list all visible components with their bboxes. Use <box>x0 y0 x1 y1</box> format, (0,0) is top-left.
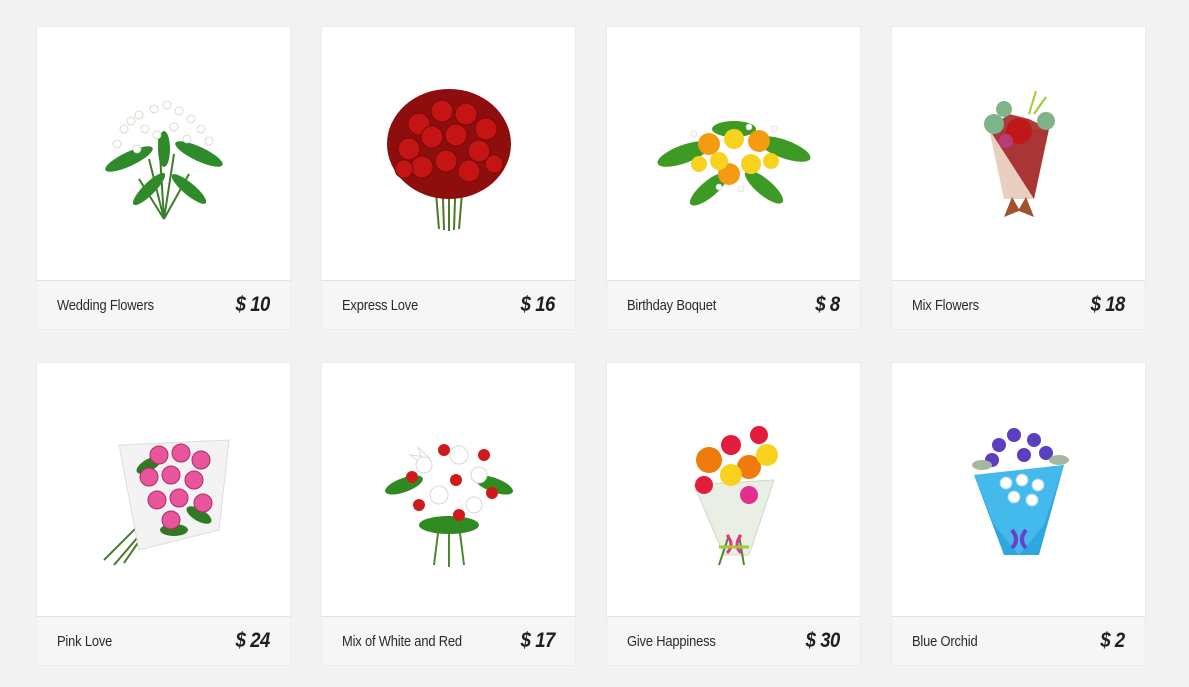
product-footer: Mix of White and Red $ 17 <box>322 616 575 665</box>
product-card[interactable]: Pink Love $ 24 <box>36 362 291 666</box>
product-name[interactable]: Mix of White and Red <box>342 633 462 650</box>
product-card[interactable]: Wedding Flowers $ 10 <box>36 26 291 330</box>
product-price: $ 8 <box>815 293 841 316</box>
product-image[interactable] <box>607 27 860 280</box>
product-image[interactable] <box>37 363 290 616</box>
product-price: $ 2 <box>1100 629 1126 652</box>
product-footer: Express Love $ 16 <box>322 280 575 329</box>
product-card[interactable]: Mix Flowers $ 18 <box>891 26 1146 330</box>
product-footer: Pink Love $ 24 <box>37 616 290 665</box>
product-footer: Mix Flowers $ 18 <box>892 280 1145 329</box>
product-footer: Birthday Boquet $ 8 <box>607 280 860 329</box>
product-price: $ 17 <box>520 629 556 652</box>
product-name[interactable]: Pink Love <box>57 633 112 650</box>
product-card[interactable]: Express Love $ 16 <box>321 26 576 330</box>
product-grid: Wedding Flowers $ 10 Express Love $ 16 B… <box>36 26 1146 666</box>
product-price: $ 10 <box>235 293 271 316</box>
product-name[interactable]: Birthday Boquet <box>627 297 716 314</box>
product-price: $ 24 <box>235 629 271 652</box>
product-image[interactable] <box>37 27 290 280</box>
product-price: $ 16 <box>520 293 556 316</box>
product-price: $ 30 <box>805 629 841 652</box>
product-image[interactable] <box>892 363 1145 616</box>
product-image[interactable] <box>607 363 860 616</box>
product-name[interactable]: Express Love <box>342 297 418 314</box>
product-footer: Give Happiness $ 30 <box>607 616 860 665</box>
product-footer: Wedding Flowers $ 10 <box>37 280 290 329</box>
product-image[interactable] <box>322 363 575 616</box>
product-card[interactable]: Give Happiness $ 30 <box>606 362 861 666</box>
product-image[interactable] <box>892 27 1145 280</box>
product-name[interactable]: Blue Orchid <box>912 633 978 650</box>
product-price: $ 18 <box>1090 293 1126 316</box>
product-card[interactable]: Blue Orchid $ 2 <box>891 362 1146 666</box>
product-name[interactable]: Mix Flowers <box>912 297 979 314</box>
product-footer: Blue Orchid $ 2 <box>892 616 1145 665</box>
product-card[interactable]: Mix of White and Red $ 17 <box>321 362 576 666</box>
product-image[interactable] <box>322 27 575 280</box>
product-name[interactable]: Wedding Flowers <box>57 297 154 314</box>
product-name[interactable]: Give Happiness <box>627 633 716 650</box>
product-card[interactable]: Birthday Boquet $ 8 <box>606 26 861 330</box>
